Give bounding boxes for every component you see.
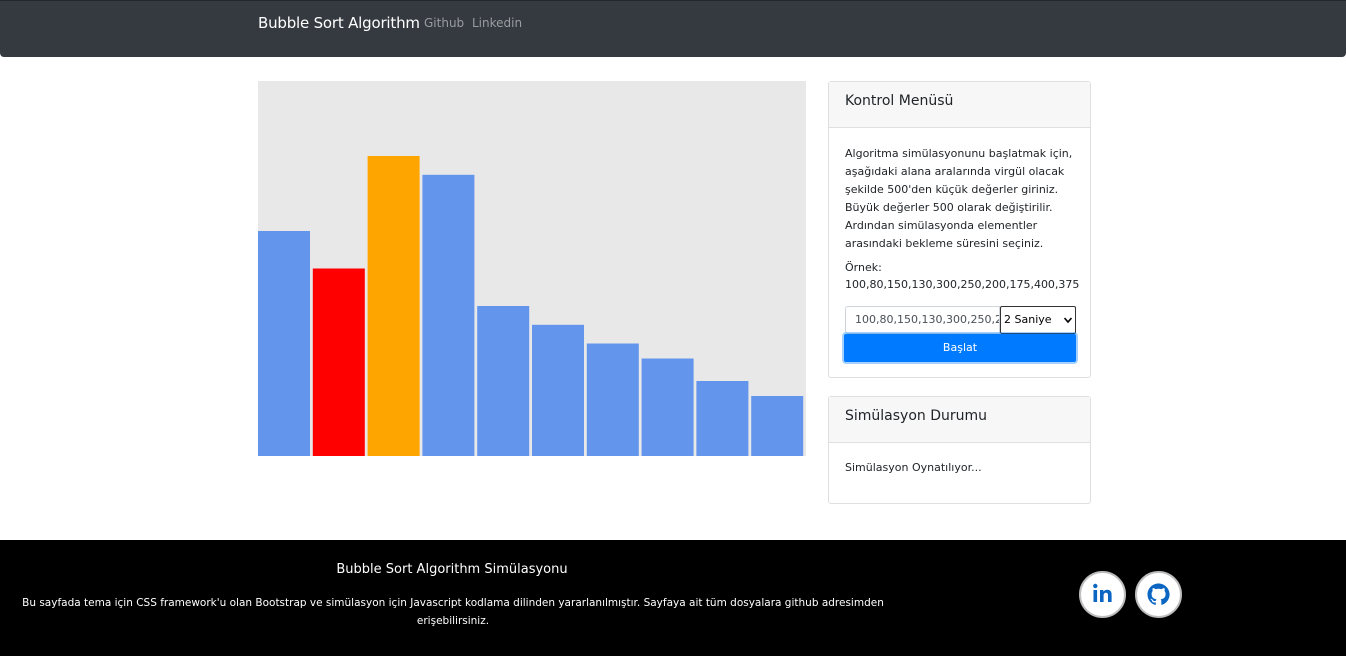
bar-default [641, 358, 694, 456]
bar-default [258, 231, 310, 456]
values-input[interactable]: 100,80,150,130,300,250,200,175,400,375 [845, 306, 1000, 334]
footer: Bubble Sort Algorithm Simülasyonu Bu say… [0, 540, 1346, 656]
delay-select[interactable]: 2 Saniye [1000, 306, 1076, 334]
simulation-status-card: Simülasyon Durumu Simülasyon Oynatılıyor… [828, 396, 1091, 504]
bar-default [532, 324, 584, 456]
bar-chart-svg [258, 156, 804, 456]
bar-default [751, 396, 804, 456]
linkedin-link[interactable] [1079, 571, 1126, 618]
footer-text: Bu sayfada tema için CSS framework'u ola… [22, 597, 884, 627]
control-menu-title: Kontrol Menüsü [829, 82, 1090, 128]
start-button[interactable]: Başlat [844, 334, 1076, 362]
example-label: Örnek: [845, 261, 882, 274]
control-menu-card: Kontrol Menüsü Algoritma simülasyonunu b… [828, 81, 1091, 378]
nav-link-github[interactable]: Github [424, 16, 464, 30]
bar-compare [312, 268, 365, 456]
bar-default [696, 381, 749, 456]
bar-default [422, 174, 475, 456]
delay-select-value: 2 Saniye [1004, 313, 1052, 326]
bar-default [477, 306, 530, 456]
nav-link-linkedin[interactable]: Linkedin [472, 16, 522, 30]
linkedin-icon [1093, 583, 1112, 602]
bar-swap [367, 156, 420, 456]
brand-title[interactable]: Bubble Sort Algorithm [258, 14, 420, 32]
simulation-status-title: Simülasyon Durumu [829, 397, 1090, 443]
navbar: Bubble Sort Algorithm Github Linkedin [0, 0, 1346, 57]
chevron-down-icon [1064, 317, 1072, 324]
sort-visualization-chart [258, 81, 806, 456]
github-link[interactable] [1135, 571, 1182, 618]
example-value: 100,80,150,130,300,250,200,175,400,375 [845, 278, 1080, 291]
bar-default [586, 343, 639, 456]
github-icon [1147, 583, 1170, 605]
control-description: Algoritma simülasyonunu başlatmak için, … [845, 147, 1073, 250]
simulation-status-text: Simülasyon Oynatılıyor... [845, 461, 982, 474]
footer-title: Bubble Sort Algorithm Simülasyonu [336, 562, 568, 577]
